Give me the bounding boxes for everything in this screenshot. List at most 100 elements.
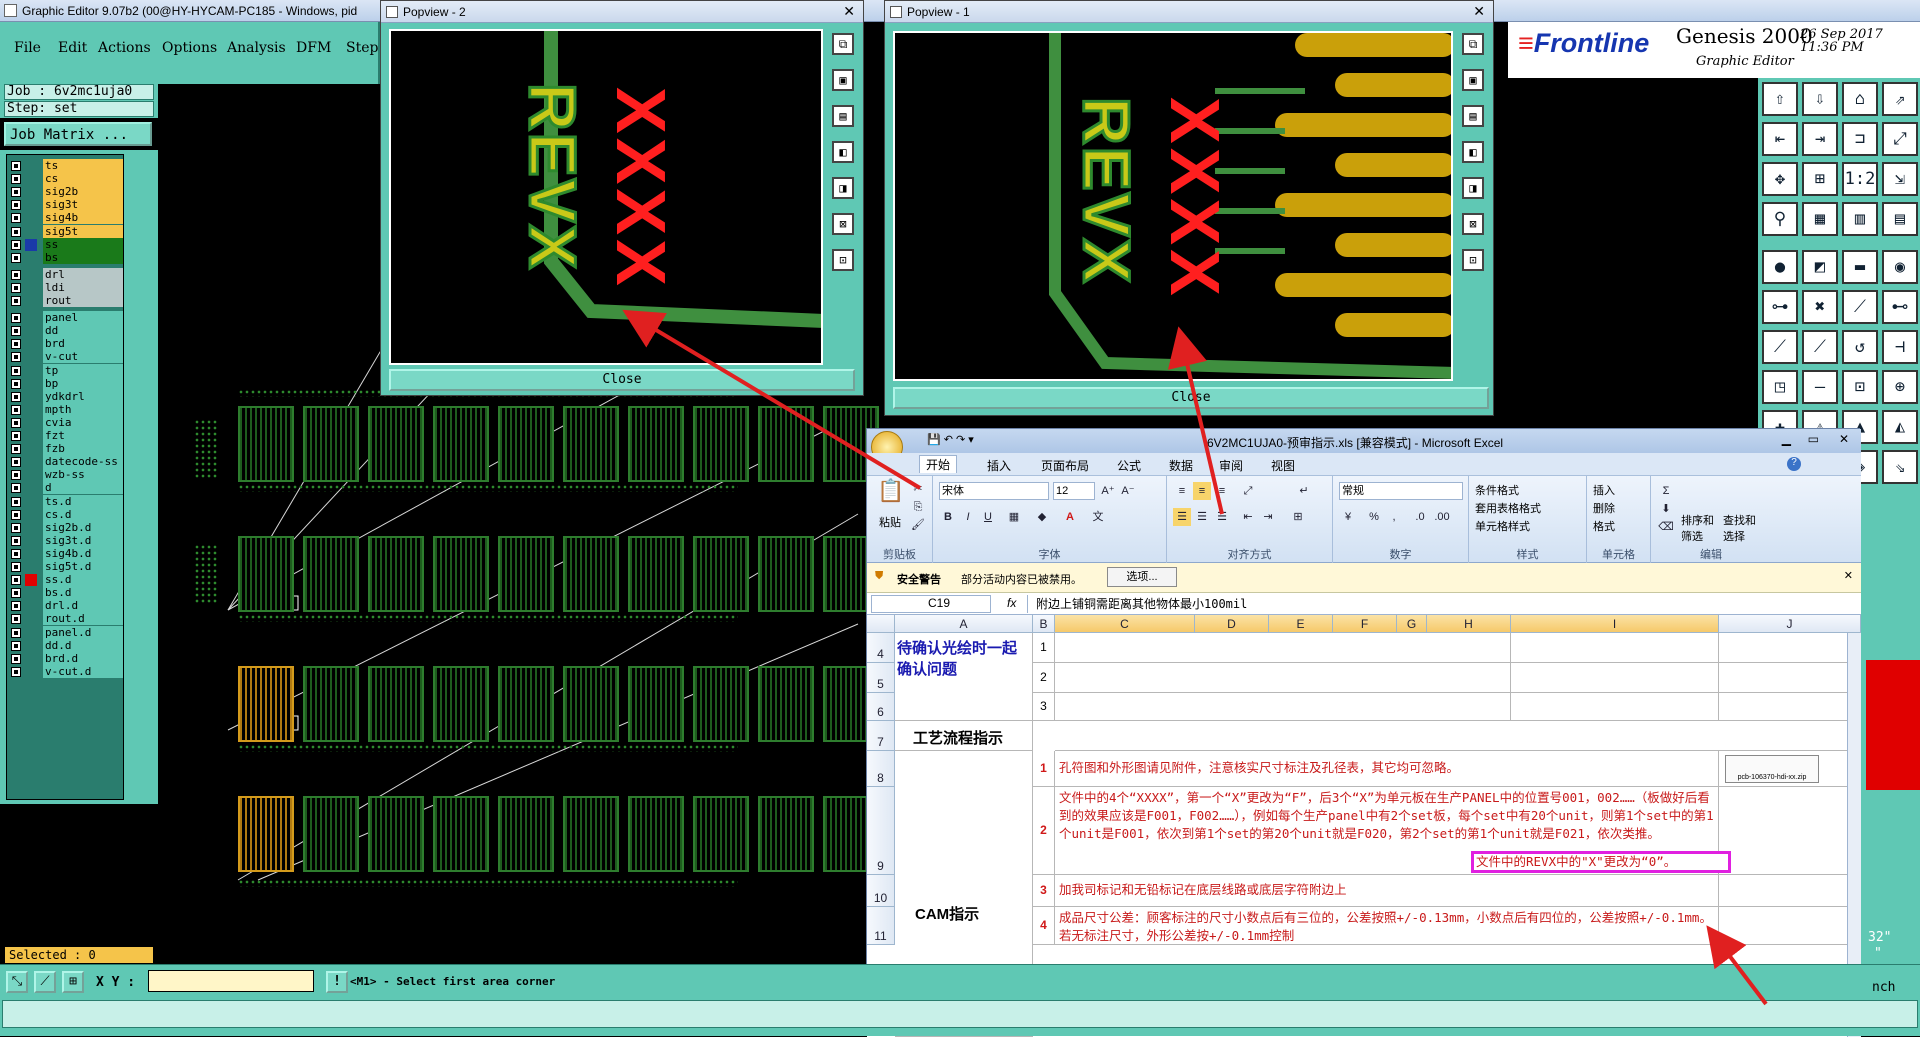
increase-decimal-icon[interactable]: .0 — [1411, 508, 1429, 526]
close-icon[interactable]: ✕ — [1473, 3, 1485, 20]
tool-icon[interactable]: ⟋ — [1762, 330, 1798, 364]
layer-row[interactable]: cs — [9, 172, 123, 186]
comma-icon[interactable]: , — [1385, 508, 1403, 526]
layer-row[interactable]: v-cut — [9, 350, 123, 364]
layer-row[interactable]: ts — [9, 159, 123, 173]
quick-access-icons[interactable]: 💾 ↶ ↷ ▾ — [927, 433, 974, 446]
conditional-format-button[interactable]: 条件格式 — [1475, 482, 1519, 498]
tool-icon[interactable]: ⇧ — [1762, 82, 1798, 116]
percent-icon[interactable]: % — [1365, 508, 1383, 526]
menu-file[interactable]: File — [14, 40, 41, 56]
fx-icon[interactable]: fx — [1007, 596, 1016, 610]
copy-icon[interactable]: ⎘ — [909, 498, 927, 516]
layer-checkbox[interactable] — [11, 496, 21, 507]
close-icon[interactable]: ✕ — [1844, 569, 1853, 582]
tool-icon[interactable]: 1:2 — [1842, 162, 1878, 196]
tool-icon[interactable]: ⊞ — [1802, 162, 1838, 196]
tool-icon[interactable]: — — [1802, 370, 1838, 404]
layer-checkbox[interactable] — [11, 588, 21, 599]
close-icon[interactable]: ✕ — [843, 3, 855, 20]
layer-checkbox[interactable] — [11, 522, 21, 533]
empty-cell[interactable] — [1719, 875, 1861, 907]
layer-row[interactable]: sig4b.d — [9, 546, 123, 561]
align-middle-icon[interactable]: ≡ — [1193, 482, 1211, 500]
measure-icon[interactable]: ⟋ — [34, 971, 56, 993]
insert-cells-button[interactable]: 插入 — [1593, 482, 1615, 498]
tool-icon[interactable]: ⇩ — [1802, 82, 1838, 116]
layer-checkbox[interactable] — [11, 444, 21, 455]
empty-cell[interactable] — [1511, 633, 1719, 663]
tab-formulas[interactable]: 公式 — [1117, 457, 1141, 474]
italic-icon[interactable]: I — [959, 508, 977, 526]
menu-options[interactable]: Options — [162, 40, 217, 56]
sort-filter-button[interactable]: 排序和筛选 — [1681, 512, 1721, 544]
attachment-cell[interactable]: pcb-106370-hdi-xx.zip — [1719, 751, 1861, 787]
layer-row[interactable]: d — [9, 481, 123, 495]
column-header[interactable]: H — [1427, 615, 1511, 633]
column-header[interactable]: J — [1719, 615, 1861, 633]
layer-checkbox[interactable] — [11, 339, 21, 350]
tab-view[interactable]: 视图 — [1271, 457, 1295, 474]
layer-checkbox[interactable] — [11, 417, 21, 428]
popview-1-view[interactable]: REVX XXXX — [893, 31, 1453, 381]
tool-icon[interactable]: ⇲ — [1882, 162, 1918, 196]
decrease-indent-icon[interactable]: ⇤ — [1239, 508, 1257, 526]
layer-row[interactable]: sig3t — [9, 198, 123, 212]
instruction-cell[interactable]: 成品尺寸公差：顾客标注的尺寸小数点后有三位的，公差按照+/-0.13mm，小数点… — [1055, 907, 1719, 945]
grid-icon[interactable]: ⊞ — [62, 971, 84, 993]
paste-icon[interactable]: 📋 — [877, 480, 905, 510]
align-center-icon[interactable]: ☰ — [1193, 508, 1211, 526]
clear-icon[interactable]: ⌫ — [1657, 518, 1675, 536]
row-header[interactable]: 6 — [867, 693, 895, 721]
column-header[interactable]: G — [1397, 615, 1427, 633]
layer-checkbox[interactable] — [11, 640, 21, 651]
center-icon[interactable]: ⊡ — [1462, 249, 1484, 271]
formula-input[interactable]: 附边上铺铜需距离其他物体最小100mil — [1027, 595, 1853, 613]
tool-icon[interactable]: ⊕ — [1882, 370, 1918, 404]
column-header[interactable]: E — [1269, 615, 1333, 633]
row-header[interactable]: 5 — [867, 663, 895, 693]
tool-icon[interactable]: ⟋ — [1802, 330, 1838, 364]
font-name-select[interactable]: 宋体 — [939, 482, 1049, 500]
layer-checkbox[interactable] — [11, 470, 21, 481]
autosum-icon[interactable]: Σ — [1657, 482, 1675, 500]
align-right-icon[interactable]: ☰ — [1213, 508, 1231, 526]
layer-checkbox[interactable] — [11, 627, 21, 638]
tool-icon[interactable]: ⇗ — [1882, 82, 1918, 116]
index-cell[interactable]: 1 — [1033, 751, 1055, 787]
layer-row[interactable]: ldi — [9, 280, 123, 295]
zoom-out-icon[interactable]: ▤ — [832, 105, 854, 127]
layer-checkbox[interactable] — [11, 252, 21, 263]
empty-cell[interactable] — [1511, 693, 1719, 721]
orientation-icon[interactable]: ⤢ — [1239, 482, 1257, 500]
row-header[interactable]: 8 — [867, 751, 895, 787]
pan-left-icon[interactable]: ◧ — [1462, 141, 1484, 163]
layer-checkbox[interactable] — [11, 365, 21, 376]
layer-row[interactable]: sig5t — [9, 224, 123, 239]
zip-attachment-icon[interactable]: pcb-106370-hdi-xx.zip — [1725, 755, 1819, 783]
tool-icon[interactable]: ⇥ — [1802, 122, 1838, 156]
menu-edit[interactable]: Edit — [58, 40, 87, 56]
layer-row[interactable]: sig4b — [9, 211, 123, 225]
index-cell[interactable]: 3 — [1033, 875, 1055, 907]
layer-checkbox[interactable] — [11, 601, 21, 612]
column-header[interactable]: C — [1055, 615, 1195, 633]
fill-color-icon[interactable]: ◆ — [1033, 508, 1051, 526]
shrink-font-icon[interactable]: A⁻ — [1119, 482, 1137, 500]
confirm-label-cell[interactable]: 待确认光绘时一起确认问题 — [895, 633, 1033, 721]
index-cell[interactable]: 2 — [1033, 663, 1055, 693]
fit-icon[interactable]: ⊠ — [832, 213, 854, 235]
layer-row[interactable]: ts.d — [9, 494, 123, 509]
layer-checkbox[interactable] — [11, 187, 21, 198]
tool-icon[interactable]: ⤢ — [1882, 122, 1918, 156]
popview-2-close-button[interactable]: Close — [389, 369, 855, 391]
layer-checkbox[interactable] — [11, 562, 21, 572]
layer-row[interactable]: drl — [9, 267, 123, 282]
tool-icon[interactable]: ⌂ — [1842, 82, 1878, 116]
menu-actions[interactable]: Actions — [98, 40, 151, 56]
popview-2-view[interactable]: REVX XXXX — [389, 29, 823, 365]
row-header[interactable]: 4 — [867, 633, 895, 663]
index-cell[interactable]: 3 — [1033, 693, 1055, 721]
layer-checkbox[interactable] — [11, 269, 21, 280]
tool-icon[interactable]: ⊣ — [1882, 330, 1918, 364]
